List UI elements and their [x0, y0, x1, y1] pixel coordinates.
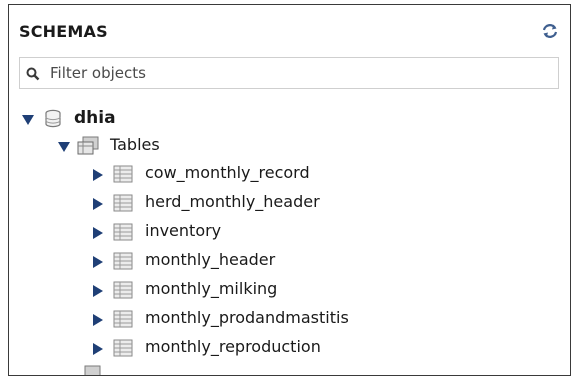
table-row[interactable]: monthly_milking — [89, 276, 509, 304]
table-icon — [113, 309, 133, 329]
schema-tree: dhia Tables cow_monthly_record herd_mont… — [9, 5, 570, 375]
expand-arrow-icon[interactable] — [21, 112, 35, 126]
folder-icon — [79, 365, 101, 375]
table-icon — [113, 193, 133, 213]
collapse-arrow-icon[interactable] — [91, 341, 105, 355]
schemas-panel: SCHEMAS Filter objects dhia Tables cow_m… — [8, 4, 571, 376]
collapse-arrow-icon[interactable] — [91, 167, 105, 181]
table-icon — [113, 222, 133, 242]
tables-folder-icon — [77, 136, 99, 156]
table-name: monthly_prodandmastitis — [145, 308, 349, 327]
table-name: herd_monthly_header — [145, 192, 320, 211]
collapse-arrow-icon[interactable] — [91, 196, 105, 210]
database-icon — [43, 109, 63, 129]
collapse-arrow-icon[interactable] — [91, 312, 105, 326]
table-name: monthly_milking — [145, 279, 278, 298]
table-name: monthly_header — [145, 250, 276, 269]
table-icon — [113, 338, 133, 358]
table-name: cow_monthly_record — [145, 163, 310, 182]
table-row[interactable]: cow_monthly_record — [89, 160, 509, 188]
table-icon — [113, 280, 133, 300]
table-icon — [113, 251, 133, 271]
table-row[interactable]: inventory — [89, 218, 509, 246]
collapse-arrow-icon[interactable] — [91, 225, 105, 239]
table-row[interactable]: monthly_header — [89, 247, 509, 275]
schema-name: dhia — [74, 108, 116, 128]
expand-arrow-icon[interactable] — [57, 139, 71, 153]
table-row[interactable]: monthly_prodandmastitis — [89, 305, 509, 333]
table-row[interactable]: herd_monthly_header — [89, 189, 509, 217]
collapse-arrow-icon[interactable] — [91, 254, 105, 268]
table-row[interactable]: monthly_reproduction — [89, 334, 509, 362]
table-name: monthly_reproduction — [145, 337, 321, 356]
collapse-arrow-icon[interactable] — [91, 283, 105, 297]
partial-tree-node[interactable] — [79, 363, 139, 375]
tables-group-label: Tables — [110, 135, 160, 154]
tables-group-node[interactable]: Tables — [55, 132, 255, 160]
table-icon — [113, 164, 133, 184]
table-name: inventory — [145, 221, 222, 240]
schema-node-dhia[interactable]: dhia — [19, 105, 219, 133]
